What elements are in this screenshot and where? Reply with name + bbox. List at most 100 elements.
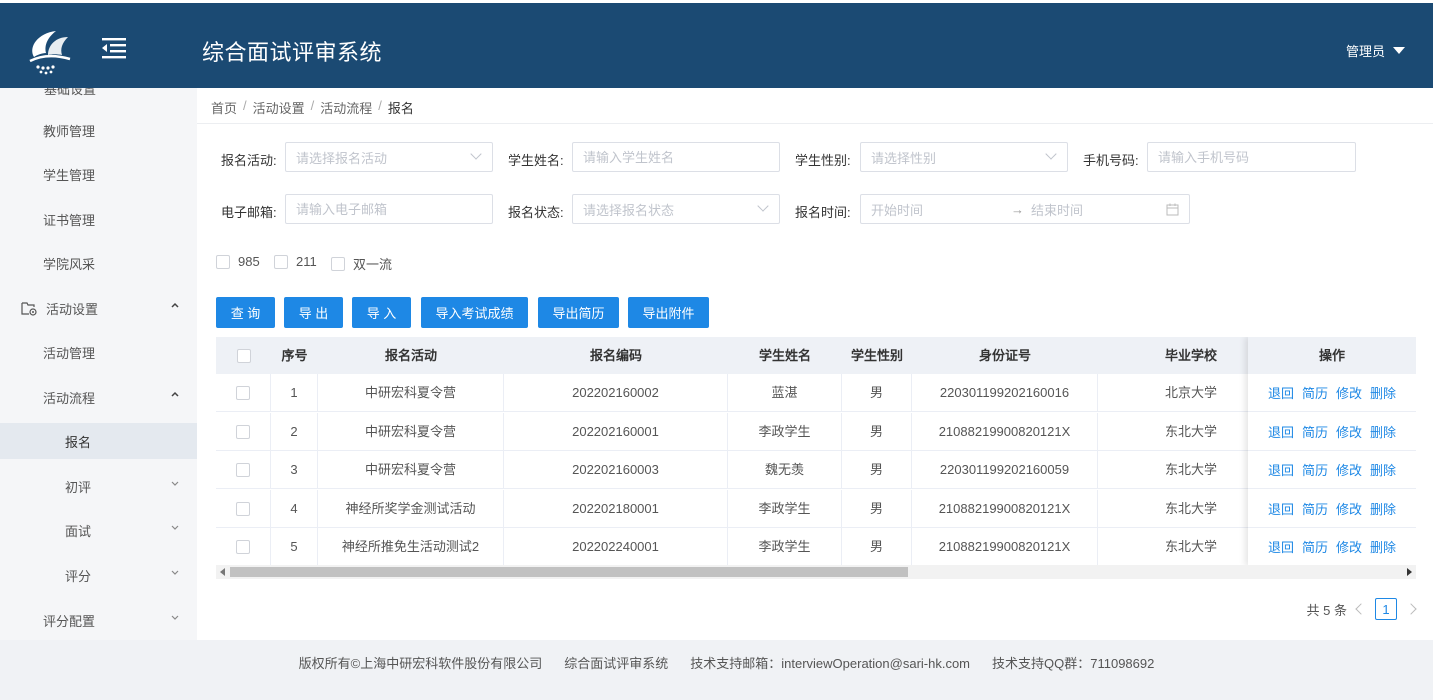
edit-link[interactable]: 修改 (1336, 422, 1362, 441)
breadcrumb-activity-settings[interactable]: 活动设置 (253, 98, 305, 117)
resume-link[interactable]: 简历 (1302, 499, 1328, 518)
activity-select[interactable]: 请选择报名活动 (285, 142, 493, 172)
back-link[interactable]: 退回 (1268, 383, 1294, 402)
sidebar-item-activity-flow[interactable]: 活动流程 (0, 379, 197, 415)
checkbox-985[interactable]: 985 (216, 254, 260, 269)
chevron-down-icon (171, 525, 179, 530)
chevron-down-icon (171, 615, 179, 620)
delete-link[interactable]: 删除 (1370, 422, 1396, 441)
sidebar-item-basic-settings[interactable]: 基础设置 (0, 88, 197, 106)
resume-link[interactable]: 简历 (1302, 537, 1328, 556)
start-time-placeholder[interactable]: 开始时间 (871, 200, 1011, 219)
sidebar-item-college[interactable]: 学院风采 (0, 245, 197, 281)
delete-link[interactable]: 删除 (1370, 383, 1396, 402)
sidebar-item-activity-settings[interactable]: 活动设置 (0, 290, 197, 326)
row-checkbox-cell (216, 374, 271, 412)
scroll-left-icon[interactable] (220, 568, 225, 576)
edit-link[interactable]: 修改 (1336, 460, 1362, 479)
sidebar-item-activity-management[interactable]: 活动管理 (0, 334, 197, 370)
breadcrumb: 首页 / 活动设置 / 活动流程 / 报名 (211, 98, 414, 117)
chevron-down-icon (171, 481, 179, 486)
row-checkbox[interactable] (236, 425, 250, 439)
gender-select[interactable]: 请选择性别 (860, 142, 1068, 172)
edit-link[interactable]: 修改 (1336, 537, 1362, 556)
export-button[interactable]: 导 出 (284, 297, 343, 328)
sidebar-item-score-config[interactable]: 评分配置 (0, 602, 197, 638)
sidebar-item-teachers[interactable]: 教师管理 (0, 112, 197, 148)
select-all-checkbox[interactable] (236, 348, 251, 363)
query-button[interactable]: 查 询 (216, 297, 275, 328)
system-title: 综合面试评审系统 (202, 40, 383, 65)
student-name-input[interactable] (583, 149, 779, 165)
footer-qq: 技术支持QQ群：711098692 (992, 656, 1155, 671)
row-checkbox[interactable] (236, 540, 250, 554)
horizontal-scrollbar[interactable] (216, 565, 1416, 579)
import-button[interactable]: 导 入 (352, 297, 411, 328)
next-page-icon[interactable] (1405, 603, 1417, 615)
sidebar-item-interview[interactable]: 面试 (0, 512, 197, 548)
row-actions: 退回 简历 修改 删除 (1248, 451, 1416, 489)
breadcrumb-home[interactable]: 首页 (211, 98, 237, 117)
checkbox-box[interactable] (274, 254, 288, 269)
back-link[interactable]: 退回 (1268, 422, 1294, 441)
sidebar-item-scoring[interactable]: 评分 (0, 557, 197, 593)
phone-input[interactable] (1158, 149, 1355, 165)
resume-link[interactable]: 简历 (1302, 460, 1328, 479)
back-link[interactable]: 退回 (1268, 499, 1294, 518)
cell-activity: 中研宏科夏令营 (318, 413, 504, 451)
chevron-up-icon (171, 88, 179, 89)
cell-gender: 男 (842, 413, 912, 451)
header-id-card: 身份证号 (978, 348, 1031, 363)
sidebar-item-label: 活动管理 (43, 345, 96, 361)
table-row: 2 中研宏科夏令营 202202160001 李政学生 男 2108821990… (216, 413, 1416, 451)
checkbox-box[interactable] (216, 254, 230, 269)
delete-link[interactable]: 删除 (1370, 499, 1396, 518)
caret-down-icon (1393, 47, 1405, 54)
row-checkbox[interactable] (236, 386, 250, 400)
sidebar-item-registration[interactable]: 报名 (0, 423, 197, 459)
date-range-picker[interactable]: 开始时间 → 结束时间 (860, 194, 1190, 224)
email-field[interactable] (285, 194, 493, 224)
resume-link[interactable]: 简历 (1302, 422, 1328, 441)
page-number[interactable]: 1 (1375, 598, 1397, 620)
sidebar-item-preliminary[interactable]: 初评 (0, 468, 197, 504)
row-checkbox[interactable] (236, 463, 250, 477)
table-row: 5 神经所推免生活动测试2 202202240001 李政学生 男 210882… (216, 528, 1416, 566)
table-header: 序号 报名活动 报名编码 学生姓名 学生性别 身份证号 毕业学校 (216, 337, 1416, 374)
checkbox-box[interactable] (331, 256, 345, 271)
checkbox-211[interactable]: 211 (274, 254, 317, 269)
edit-link[interactable]: 修改 (1336, 383, 1362, 402)
row-checkbox[interactable] (236, 502, 250, 516)
user-menu[interactable]: 管理员 (1346, 41, 1405, 60)
export-resume-button[interactable]: 导出简历 (538, 297, 619, 328)
sidebar-item-certificates[interactable]: 证书管理 (0, 201, 197, 237)
breadcrumb-activity-flow[interactable]: 活动流程 (320, 98, 372, 117)
operations-column: 操作 退回 简历 修改 删除 退回 简历 修改 删除 退回 简历 修改 删除 退… (1248, 337, 1416, 566)
resume-link[interactable]: 简历 (1302, 383, 1328, 402)
cell-id-card: 220301199202160059 (912, 451, 1098, 489)
scroll-thumb[interactable] (230, 567, 908, 577)
email-input[interactable] (296, 201, 492, 217)
edit-link[interactable]: 修改 (1336, 499, 1362, 518)
sidebar-item-label: 教师管理 (43, 123, 96, 139)
sidebar-item-students[interactable]: 学生管理 (0, 156, 197, 192)
cell-gender: 男 (842, 451, 912, 489)
delete-link[interactable]: 删除 (1370, 460, 1396, 479)
menu-fold-icon[interactable] (100, 37, 128, 59)
header-ops: 操作 (1248, 337, 1416, 374)
status-select[interactable]: 请选择报名状态 (572, 194, 780, 224)
back-link[interactable]: 退回 (1268, 537, 1294, 556)
student-name-field[interactable] (572, 142, 780, 172)
import-scores-button[interactable]: 导入考试成绩 (421, 297, 528, 328)
delete-link[interactable]: 删除 (1370, 537, 1396, 556)
back-link[interactable]: 退回 (1268, 460, 1294, 479)
phone-field[interactable] (1147, 142, 1356, 172)
cell-index: 4 (271, 490, 318, 528)
checkbox-double-first-class[interactable]: 双一流 (331, 254, 392, 273)
scroll-right-icon[interactable] (1407, 568, 1412, 576)
prev-page-icon[interactable] (1355, 603, 1367, 615)
cell-index: 1 (271, 374, 318, 412)
breadcrumb-current: 报名 (387, 101, 414, 116)
end-time-placeholder[interactable]: 结束时间 (1031, 200, 1161, 219)
export-attachments-button[interactable]: 导出附件 (628, 297, 709, 328)
